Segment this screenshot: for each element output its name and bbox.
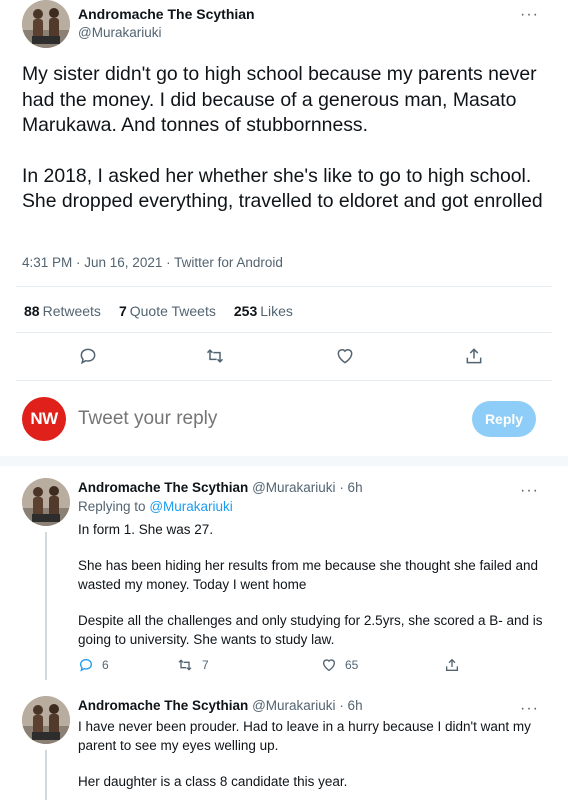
reply-button[interactable] (76, 344, 100, 368)
like-button[interactable] (333, 344, 357, 368)
share-button[interactable] (444, 657, 460, 673)
reply-button[interactable]: 6 (78, 657, 109, 673)
retweets-stat[interactable]: 88 Retweets (24, 303, 101, 319)
author-avatar[interactable] (22, 478, 70, 526)
tweet-stats: 88 Retweets 7 Quote Tweets 253 Likes (24, 303, 293, 319)
tweet-actions (0, 344, 568, 368)
author-name[interactable]: Andromache The Scythian (78, 480, 248, 495)
retweets-count: 88 (24, 303, 40, 319)
more-options-icon[interactable]: ··· (520, 701, 539, 717)
thread-connector (45, 532, 47, 680)
tweet-text: My sister didn't go to high school becau… (22, 62, 552, 215)
author-handle[interactable]: @Murakariuki (252, 480, 335, 495)
author-handle[interactable]: @Murakariuki (252, 698, 335, 713)
likes-count: 253 (233, 303, 258, 319)
quotes-stat[interactable]: 7 Quote Tweets (119, 303, 216, 319)
replying-to: Replying to @Murakariuki (78, 499, 233, 514)
reply-paragraph: Her daughter is a class 8 candidate this… (78, 774, 348, 789)
reply-header: Andromache The Scythian @Murakariuki · 6… (78, 480, 363, 495)
retweet-button[interactable]: 7 (176, 657, 209, 673)
reply-count: 6 (102, 658, 109, 672)
reply-text: In form 1. She was 27. She has been hidi… (78, 520, 548, 649)
reply-input[interactable] (78, 408, 438, 430)
quotes-count: 7 (118, 303, 127, 319)
retweet-count: 7 (202, 658, 209, 672)
tweet-paragraph: My sister didn't go to high school becau… (22, 63, 537, 136)
reply-time[interactable]: · 6h (339, 698, 362, 713)
user-avatar[interactable]: NW (22, 397, 66, 441)
like-button[interactable]: 65 (321, 657, 358, 673)
thread-connector (45, 750, 47, 800)
likes-label: Likes (260, 303, 293, 319)
share-icon (446, 658, 458, 671)
more-options-icon[interactable]: ··· (520, 7, 539, 23)
reply-submit-button[interactable]: Reply (472, 401, 536, 437)
reply-header: Andromache The Scythian @Murakariuki · 6… (78, 698, 363, 713)
share-icon (466, 348, 482, 364)
section-divider (0, 456, 568, 466)
reply-icon (79, 658, 93, 672)
like-count: 65 (345, 658, 359, 672)
reply-icon (80, 348, 96, 365)
tweet-timestamp[interactable]: 4:31 PM · Jun 16, 2021 · Twitter for And… (22, 255, 283, 270)
reply-text: I have never been prouder. Had to leave … (78, 717, 548, 791)
like-icon (337, 349, 353, 364)
retweets-label: Retweets (42, 303, 101, 319)
author-name[interactable]: Andromache The Scythian (78, 698, 248, 713)
likes-stat[interactable]: 253 Likes (234, 303, 293, 319)
reply-tweet[interactable]: Andromache The Scythian @Murakariuki · 6… (0, 478, 568, 680)
reply-actions: 6 7 65 (78, 657, 538, 677)
retweet-icon (206, 349, 224, 363)
reply-paragraph: Despite all the challenges and only stud… (78, 613, 543, 647)
reply-paragraph: I have never been prouder. Had to leave … (78, 719, 531, 753)
author-name[interactable]: Andromache The Scythian (78, 6, 255, 22)
divider (16, 380, 552, 381)
reply-paragraph: She has been hiding her results from me … (78, 558, 539, 592)
reply-paragraph: In form 1. She was 27. (78, 522, 214, 537)
author-avatar[interactable] (22, 696, 70, 744)
replying-handle-link[interactable]: @Murakariuki (149, 499, 232, 514)
more-options-icon[interactable]: ··· (520, 483, 539, 499)
retweet-icon (178, 659, 192, 671)
divider (16, 332, 552, 333)
author-avatar[interactable] (22, 0, 70, 48)
like-icon (322, 659, 336, 672)
divider (16, 286, 552, 287)
author-handle[interactable]: @Murakariuki (78, 25, 161, 40)
reply-tweet[interactable]: Andromache The Scythian @Murakariuki · 6… (0, 696, 568, 800)
reply-time[interactable]: · 6h (339, 480, 362, 495)
replying-prefix: Replying to (78, 499, 146, 514)
share-button[interactable] (462, 344, 486, 368)
tweet-paragraph: In 2018, I asked her whether she's like … (22, 164, 543, 213)
reply-composer: NW Reply (0, 390, 568, 454)
quotes-label: Quote Tweets (129, 303, 216, 319)
retweet-button[interactable] (203, 344, 227, 368)
